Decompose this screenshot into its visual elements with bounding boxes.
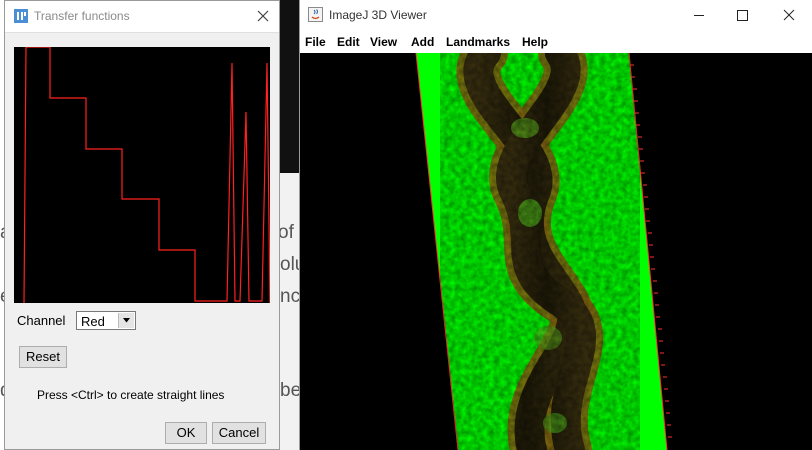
chevron-down-icon[interactable] — [118, 313, 134, 328]
reset-button[interactable]: Reset — [19, 346, 67, 368]
viewer-titlebar[interactable]: ImageJ 3D Viewer — [300, 0, 812, 31]
viewer-title: ImageJ 3D Viewer — [329, 8, 427, 22]
3d-viewer-window: ImageJ 3D Viewer File Edit View Add Land… — [299, 0, 812, 450]
dialog-titlebar[interactable]: Transfer functions — [5, 1, 279, 33]
background-text: be — [280, 380, 302, 401]
maximize-icon[interactable] — [719, 0, 765, 31]
transfer-curve[interactable] — [23, 47, 270, 303]
close-icon[interactable] — [766, 0, 812, 31]
viewer-menubar: File Edit View Add Landmarks Help — [300, 31, 812, 53]
ok-button[interactable]: OK — [165, 422, 207, 444]
menu-edit[interactable]: Edit — [337, 35, 360, 49]
channel-label: Channel — [17, 313, 66, 328]
menu-view[interactable]: View — [370, 35, 397, 49]
background-dark-panel — [278, 0, 300, 173]
channel-select[interactable]: Red — [76, 311, 136, 330]
minimize-icon[interactable] — [676, 0, 722, 31]
transfer-functions-dialog: Transfer functions Channel Red Reset Pre… — [4, 0, 280, 450]
channel-selected-value: Red — [81, 314, 105, 329]
transfer-function-canvas[interactable] — [14, 47, 270, 303]
3d-render-canvas[interactable] — [300, 53, 812, 450]
dialog-title: Transfer functions — [34, 9, 130, 23]
cancel-button[interactable]: Cancel — [212, 422, 266, 444]
menu-add[interactable]: Add — [411, 35, 434, 49]
menu-file[interactable]: File — [305, 35, 326, 49]
menu-landmarks[interactable]: Landmarks — [446, 35, 510, 49]
java-app-icon — [308, 7, 323, 22]
hint-text: Press <Ctrl> to create straight lines — [37, 388, 225, 402]
background-panel — [278, 173, 300, 450]
background-text: nc — [280, 286, 301, 307]
menu-help[interactable]: Help — [522, 35, 548, 49]
close-icon[interactable] — [251, 5, 275, 27]
helix-structure — [440, 53, 640, 450]
imagej-app-icon — [14, 9, 28, 23]
